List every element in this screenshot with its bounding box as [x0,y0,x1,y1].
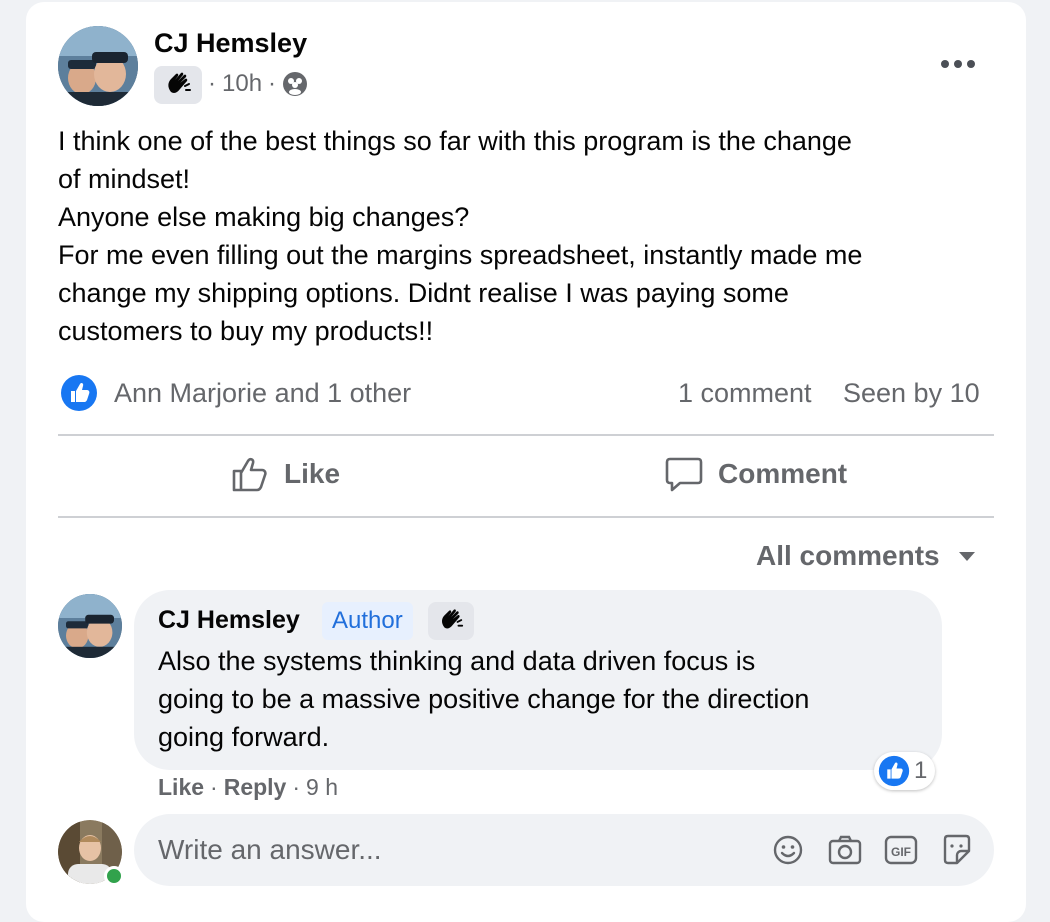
meta-separator: · [210,774,218,800]
post-body: I think one of the best things so far wi… [58,122,862,350]
post-author-name[interactable]: CJ Hemsley [154,28,307,59]
more-options-icon [941,60,975,68]
comment-like-button[interactable]: Like [158,774,204,801]
comment-body: Also the systems thinking and data drive… [158,642,809,756]
comment-line: going to be a massive positive change fo… [158,684,810,714]
post-line: I think one of the best things so far wi… [58,126,852,156]
divider [58,434,994,436]
comment-line: Also the systems thinking and data drive… [158,646,756,676]
current-user-avatar[interactable] [58,820,124,886]
svg-text:GIF: GIF [891,845,911,859]
post-line: change my shipping options. Didnt realis… [58,278,789,308]
waving-hand-icon [442,609,464,629]
post-line: of mindset! [58,164,191,194]
post-line: For me even filling out the margins spre… [58,240,863,270]
post-author-avatar[interactable] [58,26,138,106]
comment-composer[interactable]: Write an answer... GIF [134,814,994,886]
wave-badge [154,66,202,104]
chevron-down-icon [958,552,975,561]
comment-reaction-count: 1 [914,757,928,784]
online-status-dot [104,866,124,886]
avatar-photo [58,594,122,658]
comment-button[interactable]: Comment [664,454,847,494]
like-button-label: Like [284,458,341,489]
comments-count[interactable]: 1 comment [678,378,812,409]
comment-bubble-icon [665,457,703,492]
sticker-icon[interactable] [940,833,974,867]
comment-time[interactable]: 9 h [306,774,338,801]
group-members-icon [283,72,308,96]
comment-reply-button[interactable]: Reply [224,774,287,801]
divider [58,516,994,518]
like-reaction-icon [878,755,910,787]
comment-author-name[interactable]: CJ Hemsley [158,606,300,635]
post-time[interactable]: 10h [222,70,262,98]
seen-by-count[interactable]: Seen by 10 [843,378,980,409]
avatar-photo [58,26,138,106]
thumbs-up-icon [232,457,267,492]
meta-separator: · [292,774,301,800]
emoji-icon[interactable] [772,834,804,866]
comment-button-label: Comment [718,458,848,489]
comment-line: going forward. [158,722,330,752]
reaction-like-icon-wrap[interactable] [60,374,98,417]
comments-filter-label: All comments [756,540,940,571]
more-options-button[interactable] [934,46,982,82]
post-meta: · 10h · [208,70,308,98]
author-badge: Author [322,602,413,640]
like-button[interactable]: Like [230,454,340,494]
reactions-summary[interactable]: Ann Marjorie and 1 other [114,378,411,409]
waving-hand-icon [168,72,191,93]
wave-badge [428,602,474,640]
comment-author-avatar[interactable] [58,594,122,658]
like-reaction-icon [61,375,97,411]
comments-filter-dropdown[interactable]: All comments [756,540,976,572]
post-line: customers to buy my products!! [58,316,434,346]
meta-separator: · [268,70,277,97]
post-card: CJ Hemsley · 10h · I think one of the be… [26,2,1026,922]
gif-icon[interactable]: GIF [884,834,918,866]
comment-reaction-badge[interactable]: 1 [874,752,936,790]
camera-icon[interactable] [828,834,862,866]
comment-bubble: CJ Hemsley Author Also the systems think… [134,590,942,770]
comment-actions: Like · Reply · 9 h [158,774,338,801]
post-line: Anyone else making big changes? [58,202,470,232]
composer-input[interactable]: Write an answer... [158,834,382,866]
meta-separator: · [208,70,216,97]
